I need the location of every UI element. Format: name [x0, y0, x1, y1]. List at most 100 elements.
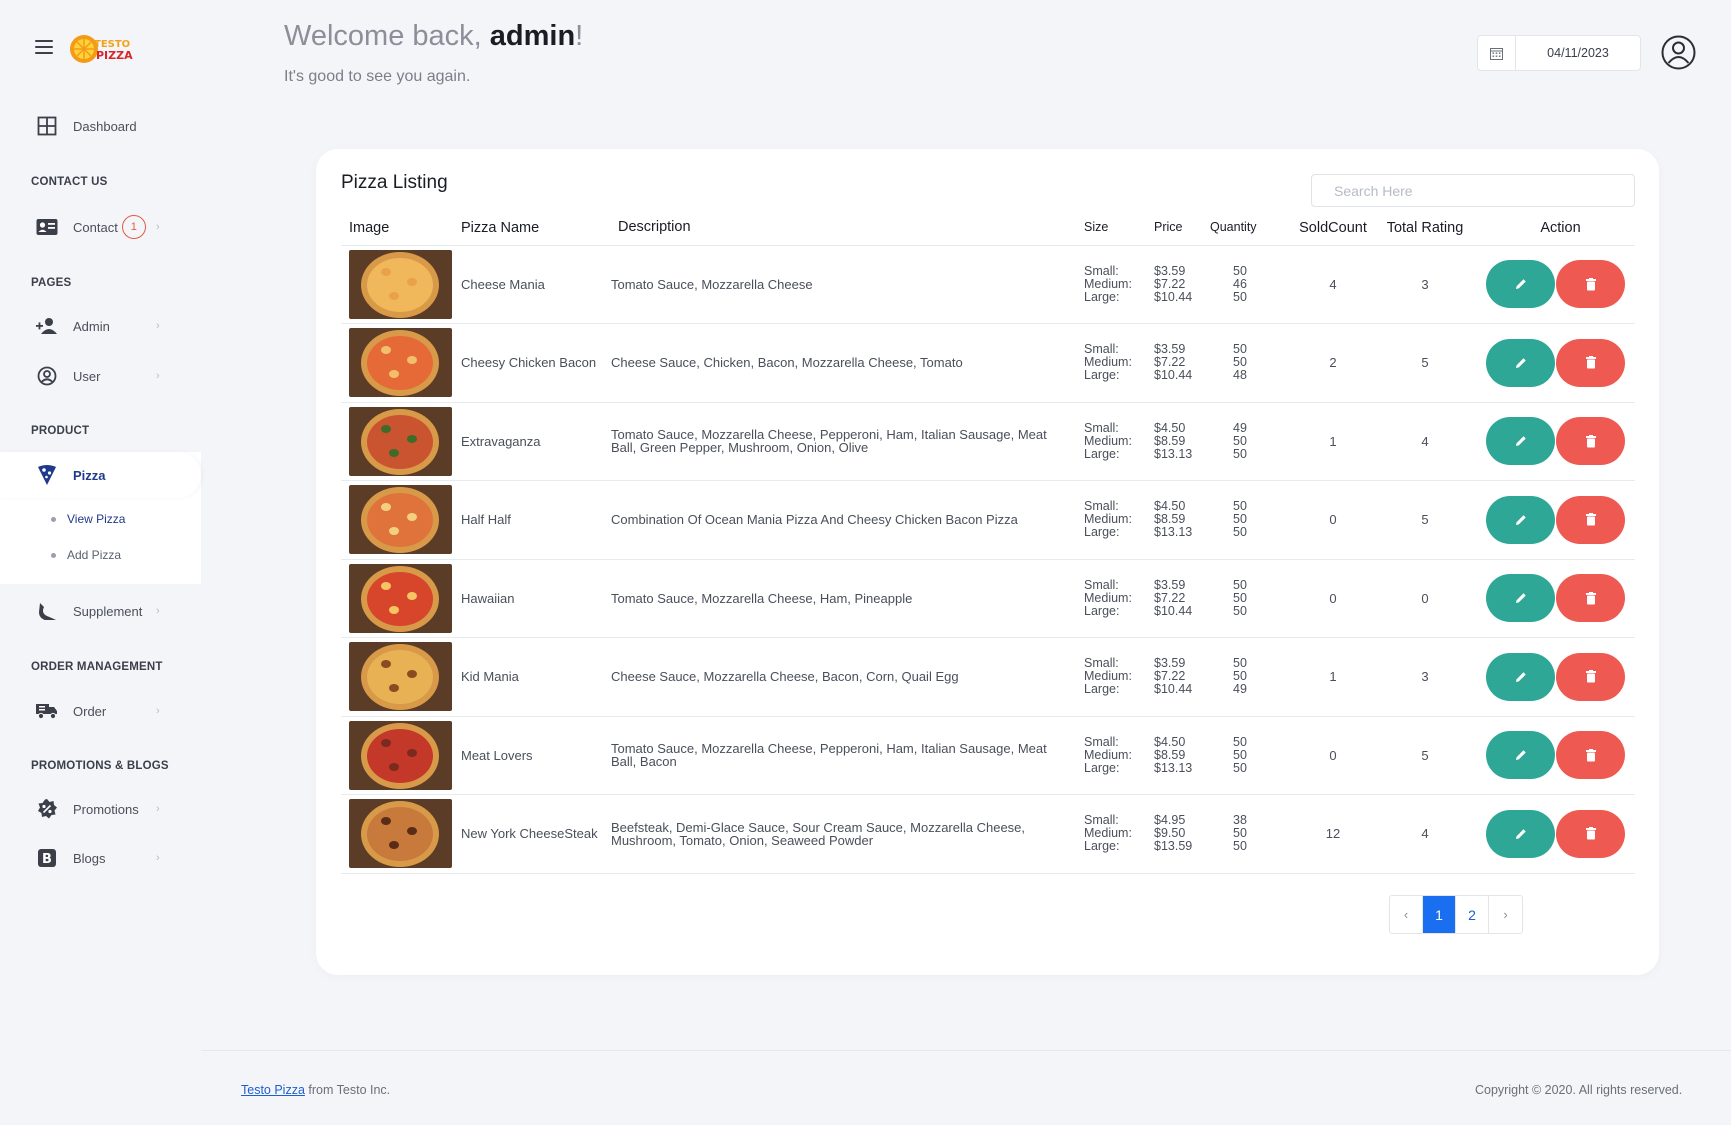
action-cell	[1472, 480, 1635, 560]
sidebar-item-dashboard[interactable]: Dashboard	[0, 106, 201, 146]
search-input[interactable]	[1311, 174, 1635, 207]
prev-page-button[interactable]: ‹	[1390, 896, 1423, 933]
pizza-image	[349, 249, 452, 319]
column-header-description: Description	[611, 211, 1084, 246]
pizza-image	[349, 799, 452, 869]
page-button[interactable]: 1	[1423, 896, 1456, 933]
delete-button[interactable]	[1556, 338, 1625, 387]
price-value: $13.13	[1154, 446, 1193, 461]
pizza-image	[349, 328, 452, 398]
total-rating: 5	[1378, 323, 1472, 403]
sidebar-item-label: Pizza	[73, 467, 106, 483]
column-header-name: Pizza Name	[461, 211, 611, 246]
prices: $4.50 $8.59 $13.13	[1154, 402, 1210, 481]
action-cell	[1472, 245, 1635, 324]
edit-button[interactable]	[1486, 731, 1555, 780]
quantity-value: 50	[1233, 839, 1247, 854]
sidebar-item-user[interactable]: User ›	[0, 356, 201, 396]
action-cell	[1472, 559, 1635, 638]
user-avatar-icon[interactable]	[1661, 35, 1696, 70]
date-picker[interactable]: 04/11/2023	[1477, 35, 1641, 71]
quantity-value: 50	[1233, 446, 1247, 461]
prices: $3.59 $7.22 $10.44	[1154, 559, 1210, 638]
size-label: Small:	[1084, 577, 1119, 592]
sidebar-item-label: Blogs	[73, 850, 106, 866]
delete-button[interactable]	[1556, 417, 1625, 466]
quantity-value: 50	[1233, 525, 1247, 540]
sidebar-item-order[interactable]: Order ›	[0, 691, 201, 731]
prices: $3.59 $7.22 $10.44	[1154, 323, 1210, 403]
page-button[interactable]: 2	[1456, 896, 1489, 933]
edit-button[interactable]	[1486, 417, 1555, 466]
image-cell	[341, 402, 461, 481]
sidebar-item-pizza[interactable]: Pizza	[0, 455, 201, 495]
edit-button[interactable]	[1486, 338, 1555, 387]
edit-button[interactable]	[1486, 260, 1555, 309]
sold-count: 12	[1288, 794, 1378, 874]
action-cell	[1472, 402, 1635, 481]
total-rating: 0	[1378, 559, 1472, 638]
delete-button[interactable]	[1556, 731, 1625, 780]
table-row: Kid Mania Cheese Sauce, Mozzarella Chees…	[341, 637, 1635, 717]
edit-button[interactable]	[1486, 652, 1555, 701]
pencil-icon	[1515, 672, 1526, 682]
column-header-price: Price	[1154, 211, 1210, 246]
hamburger-icon[interactable]	[35, 40, 53, 56]
pizza-image	[349, 720, 452, 790]
column-header-action: Action	[1472, 211, 1635, 246]
table-row: Hawaiian Tomato Sauce, Mozzarella Cheese…	[341, 559, 1635, 638]
quantities: 50 46 50	[1210, 245, 1288, 324]
price-value: $10.44	[1154, 289, 1193, 304]
pizza-name: Meat Lovers	[461, 716, 611, 795]
delete-button[interactable]	[1556, 260, 1625, 309]
section-pages: PAGES	[31, 277, 72, 289]
total-rating: 4	[1378, 794, 1472, 874]
sold-count: 1	[1288, 402, 1378, 481]
price-value: $10.44	[1154, 682, 1193, 697]
pizza-description: Tomato Sauce, Mozzarella Cheese, Peppero…	[611, 716, 1084, 795]
total-rating: 3	[1378, 245, 1472, 324]
edit-button[interactable]	[1486, 809, 1555, 858]
delete-button[interactable]	[1556, 809, 1625, 858]
quantities: 38 50 50	[1210, 794, 1288, 874]
quantity-value: 50	[1233, 263, 1247, 278]
sidebar-subitem-view-pizza[interactable]: View Pizza	[51, 512, 125, 526]
column-header-image: Image	[341, 211, 461, 246]
delete-button[interactable]	[1556, 495, 1625, 544]
sidebar-item-contact[interactable]: Contact 1 ›	[0, 207, 201, 247]
quantity-value: 50	[1233, 590, 1247, 605]
calendar-icon[interactable]	[1478, 36, 1516, 70]
table-row: New York CheeseSteak Beefsteak, Demi-Gla…	[341, 794, 1635, 874]
contact-count-badge: 1	[121, 215, 146, 239]
sidebar-item-blogs[interactable]: B Blogs ›	[0, 838, 201, 878]
total-rating: 5	[1378, 716, 1472, 795]
image-cell	[341, 245, 461, 324]
pizza-description: Tomato Sauce, Mozzarella Cheese, Ham, Pi…	[611, 559, 1084, 638]
quantity-value: 48	[1233, 368, 1247, 383]
next-page-button[interactable]: ›	[1489, 896, 1522, 933]
sidebar-item-admin[interactable]: Admin ›	[0, 306, 201, 346]
footer-brand-link[interactable]: Testo Pizza	[241, 1083, 305, 1097]
pizza-name: Half Half	[461, 480, 611, 560]
edit-button[interactable]	[1486, 574, 1555, 623]
action-cell	[1472, 637, 1635, 717]
sidebar-subitem-label: Add Pizza	[67, 548, 122, 562]
size-labels: Small: Medium: Large:	[1084, 716, 1154, 795]
sidebar-subitem-add-pizza[interactable]: Add Pizza	[51, 548, 121, 562]
size-labels: Small: Medium: Large:	[1084, 559, 1154, 638]
size-label: Large:	[1084, 603, 1120, 618]
sidebar-item-supplement[interactable]: Supplement ›	[0, 591, 201, 631]
trash-icon	[1585, 434, 1596, 448]
edit-button[interactable]	[1486, 495, 1555, 544]
pizza-description: Cheese Sauce, Chicken, Bacon, Mozzarella…	[611, 323, 1084, 403]
prices: $4.50 $8.59 $13.13	[1154, 480, 1210, 560]
quantity-value: 50	[1233, 747, 1247, 762]
prices: $3.59 $7.22 $10.44	[1154, 245, 1210, 324]
delete-button[interactable]	[1556, 652, 1625, 701]
sidebar-item-label: User	[73, 368, 101, 384]
sold-count: 4	[1288, 245, 1378, 324]
chevron-right-icon: ›	[156, 852, 160, 864]
delete-button[interactable]	[1556, 574, 1625, 623]
logo[interactable]: TESTO PIZZA	[69, 30, 137, 68]
sidebar-item-promotions[interactable]: Promotions ›	[0, 789, 201, 829]
